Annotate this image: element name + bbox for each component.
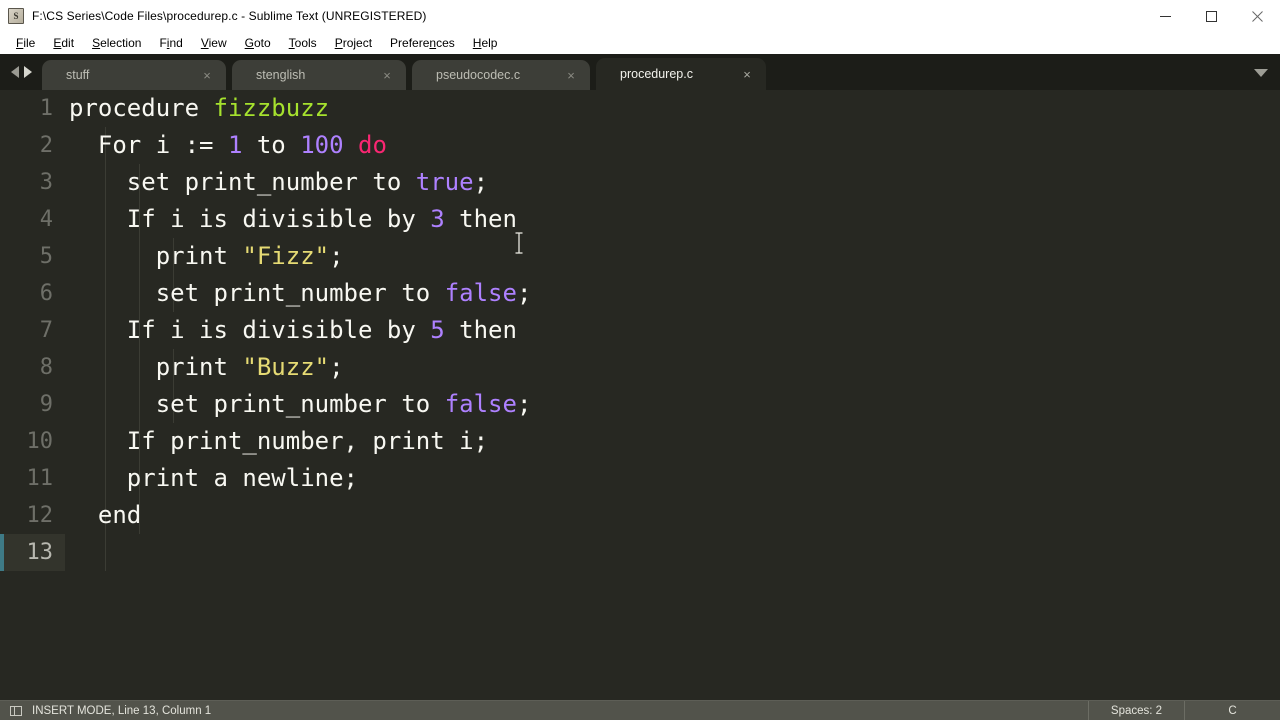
menu-tools[interactable]: Tools: [280, 33, 326, 53]
line-content: print "Fizz";: [69, 242, 344, 270]
tab-label: stenglish: [256, 68, 306, 82]
code-line-current: 13: [0, 534, 1280, 571]
status-indentation[interactable]: Spaces: 2: [1088, 701, 1184, 720]
menu-goto[interactable]: Goto: [236, 33, 280, 53]
line-content: print "Buzz";: [69, 353, 344, 381]
token-keyword: do: [358, 131, 387, 159]
line-number: 3: [39, 170, 53, 195]
window-title: F:\CS Series\Code Files\procedurep.c - S…: [32, 9, 427, 23]
tab-close-icon[interactable]: ×: [560, 64, 582, 86]
tab-close-icon[interactable]: ×: [196, 64, 218, 86]
line-content: print a newline;: [69, 464, 358, 492]
code-line: 2 For i := 1 to 100 do: [0, 127, 1280, 164]
line-content: [65, 534, 69, 571]
code-line: 3 set print_number to true;: [0, 164, 1280, 201]
tab-close-icon[interactable]: ×: [736, 63, 758, 85]
tab-bar: stuff × stenglish × pseudocodec.c × proc…: [0, 54, 1280, 90]
menu-selection[interactable]: Selection: [83, 33, 150, 53]
line-content: end: [69, 501, 142, 529]
status-syntax-label: C: [1228, 704, 1237, 717]
code-line: 8 print "Buzz";: [0, 349, 1280, 386]
status-syntax[interactable]: C: [1184, 701, 1280, 720]
status-mode-position: INSERT MODE, Line 13, Column 1: [32, 704, 212, 717]
line-number: 9: [39, 392, 53, 417]
sublime-text-icon: [8, 8, 24, 24]
line-number: 2: [39, 133, 53, 158]
code-line: 6 set print_number to false;: [0, 275, 1280, 312]
code-line: 5 print "Fizz";: [0, 238, 1280, 275]
token-constant: true: [415, 168, 474, 196]
line-number: 10: [26, 429, 54, 454]
token-number: 1: [227, 131, 243, 159]
code-line: 11 print a newline;: [0, 460, 1280, 497]
line-number: 13: [0, 534, 65, 571]
menu-find[interactable]: Find: [150, 33, 191, 53]
line-number: 4: [39, 207, 53, 232]
code-line: 4 If i is divisible by 3 then: [0, 201, 1280, 238]
status-bar-right: Spaces: 2 C: [1088, 701, 1280, 720]
maximize-button[interactable]: [1188, 0, 1234, 32]
menu-bar: File Edit Selection Find View Goto Tools…: [0, 32, 1280, 54]
tab-close-icon[interactable]: ×: [376, 64, 398, 86]
menu-file[interactable]: File: [7, 33, 44, 53]
line-content: For i := 1 to 100 do: [69, 131, 387, 159]
line-number: 7: [39, 318, 53, 343]
menu-edit[interactable]: Edit: [44, 33, 83, 53]
line-number: 1: [39, 96, 53, 121]
code-line: 12 end: [0, 497, 1280, 534]
tab-label: stuff: [66, 68, 90, 82]
line-content: procedure fizzbuzz: [69, 94, 330, 122]
code-line: 9 set print_number to false;: [0, 386, 1280, 423]
token-constant: false: [444, 390, 517, 418]
sidebar-toggle-icon[interactable]: [10, 705, 22, 716]
line-content: set print_number to false;: [69, 390, 532, 418]
tab-stuff[interactable]: stuff ×: [42, 60, 226, 90]
code-line: 7 If i is divisible by 5 then: [0, 312, 1280, 349]
status-indentation-label: Spaces: 2: [1110, 704, 1163, 717]
line-content: If i is divisible by 5 then: [69, 316, 517, 344]
chevron-down-icon: [1254, 69, 1268, 77]
tab-procedurep-c[interactable]: procedurep.c ×: [596, 58, 766, 90]
line-number: 8: [39, 355, 53, 380]
code-lines: 1 procedure fizzbuzz 2 For i := 1 to 100…: [0, 90, 1280, 571]
code-line: 1 procedure fizzbuzz: [0, 90, 1280, 127]
token-number: 3: [430, 205, 445, 233]
sublime-text-window: F:\CS Series\Code Files\procedurep.c - S…: [0, 0, 1280, 720]
minimize-button[interactable]: [1142, 0, 1188, 32]
tab-pseudocodec-c[interactable]: pseudocodec.c ×: [412, 60, 590, 90]
token-number: 5: [430, 316, 445, 344]
tab-scroll-arrows[interactable]: [0, 54, 42, 90]
line-number: 12: [26, 503, 54, 528]
line-number: 11: [26, 466, 54, 491]
tab-overflow-button[interactable]: [1248, 60, 1274, 86]
title-bar: F:\CS Series\Code Files\procedurep.c - S…: [0, 0, 1280, 32]
token-string: "Fizz": [242, 242, 330, 270]
line-number: 5: [39, 244, 53, 269]
menu-view[interactable]: View: [192, 33, 236, 53]
window-controls: [1142, 0, 1280, 32]
menu-help[interactable]: Help: [464, 33, 507, 53]
status-bar: INSERT MODE, Line 13, Column 1 Spaces: 2…: [0, 700, 1280, 720]
code-line: 10 If print_number, print i;: [0, 423, 1280, 460]
menu-preferences[interactable]: Preferences: [381, 33, 464, 53]
token-constant: false: [444, 279, 517, 307]
token-number: 100: [300, 131, 344, 159]
tab-next-arrow-icon[interactable]: [23, 66, 32, 78]
menu-project[interactable]: Project: [326, 33, 381, 53]
line-content: If i is divisible by 3 then: [69, 205, 517, 233]
line-content: set print_number to false;: [69, 279, 532, 307]
tab-label: procedurep.c: [620, 67, 693, 81]
tab-stenglish[interactable]: stenglish ×: [232, 60, 406, 90]
line-content: set print_number to true;: [69, 168, 489, 196]
tab-label: pseudocodec.c: [436, 68, 521, 82]
token-string: "Buzz": [242, 353, 330, 381]
line-content: If print_number, print i;: [69, 427, 489, 455]
tab-prev-arrow-icon[interactable]: [10, 66, 19, 78]
close-button[interactable]: [1234, 0, 1280, 32]
line-number: 6: [39, 281, 53, 306]
token-function-name: fizzbuzz: [213, 94, 330, 122]
code-editor[interactable]: 1 procedure fizzbuzz 2 For i := 1 to 100…: [0, 90, 1280, 700]
